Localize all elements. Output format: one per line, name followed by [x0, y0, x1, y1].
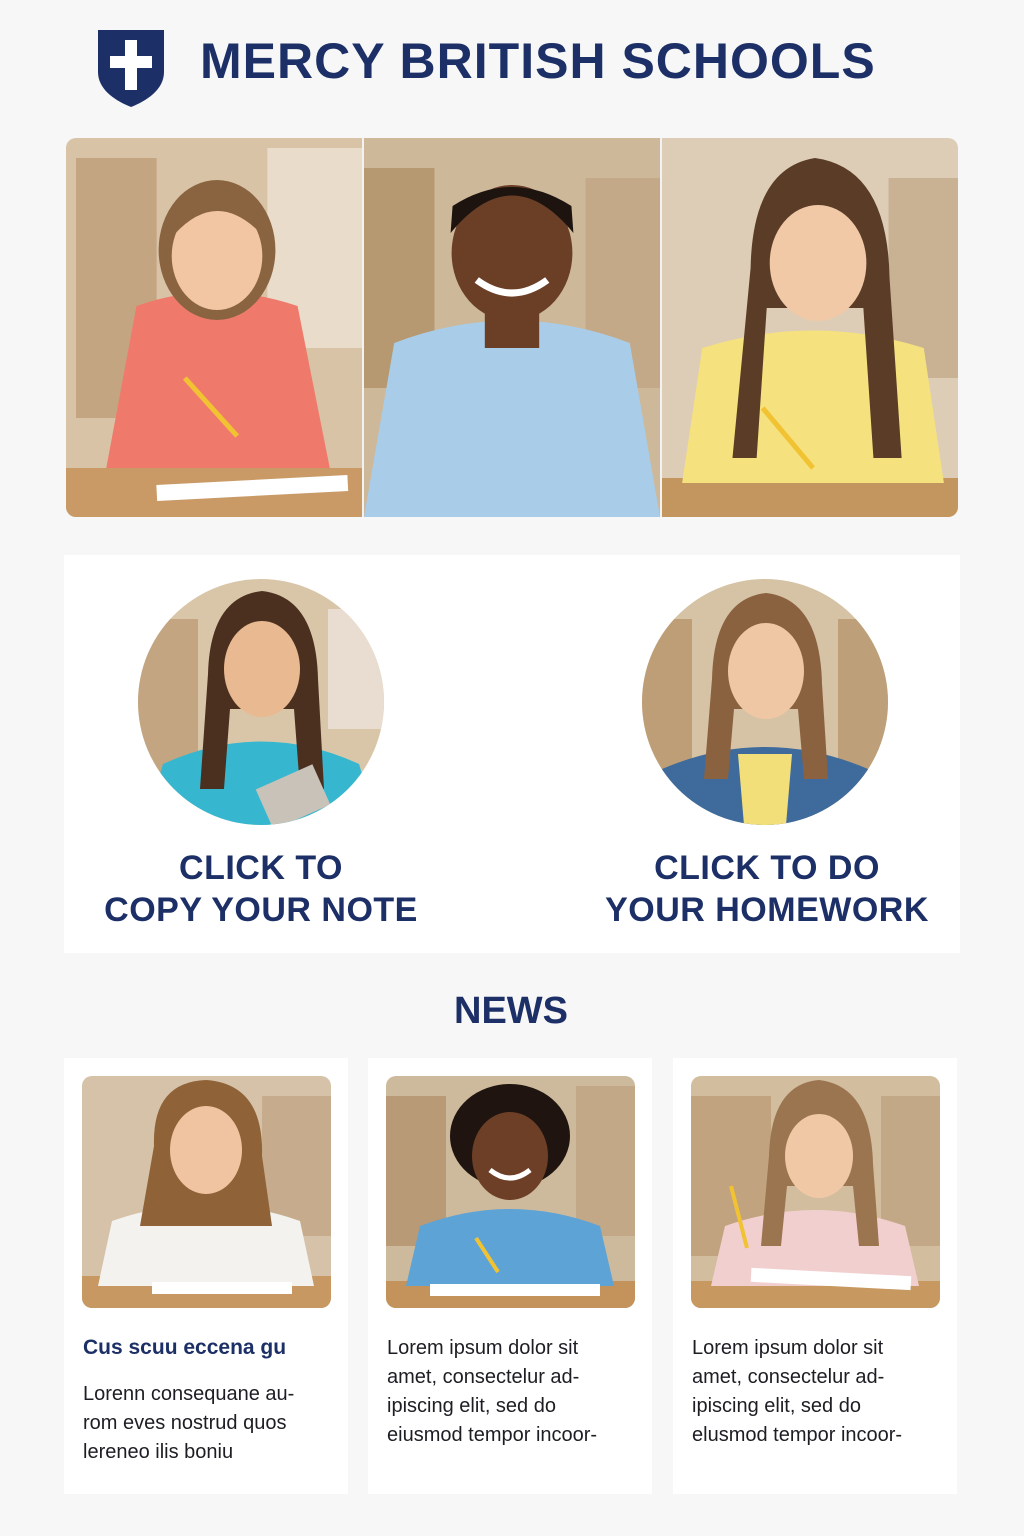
hero-photo-girl-pink [66, 138, 362, 517]
homework-avatar[interactable] [642, 579, 888, 825]
homework-label[interactable]: CLICK TO DO YOUR HOMEWORK [543, 847, 991, 931]
news-card[interactable]: Cus scuu eccena gu Lorenn consequane au-… [64, 1058, 348, 1494]
news-card[interactable]: Lorem ipsum dolor sit amet, consectelur … [368, 1058, 652, 1494]
news-body: Lorenn consequane au- rom eves nostrud q… [83, 1383, 295, 1463]
school-name[interactable]: MERCY BRITISH SCHOOLS [200, 32, 876, 90]
hero-photo-boy-blue [362, 138, 660, 517]
news-body: Lorem ipsum dolor sit amet, consectelur … [692, 1337, 903, 1446]
news-body: Lorem ipsum dolor sit amet, consectelur … [387, 1337, 598, 1446]
copy-note-label[interactable]: CLICK TO COPY YOUR NOTE [37, 847, 485, 931]
news-photo[interactable] [82, 1076, 331, 1308]
copy-note-avatar[interactable] [138, 579, 384, 825]
quick-actions-panel: CLICK TO COPY YOUR NOTE CLICK TO DO YOUR… [64, 555, 960, 953]
news-heading: NEWS [454, 990, 568, 1032]
site-header: MERCY BRITISH SCHOOLS [0, 0, 1024, 120]
news-photo[interactable] [386, 1076, 635, 1308]
news-headline[interactable]: Cus scuu eccena gu [83, 1336, 333, 1360]
shield-cross-icon[interactable] [96, 28, 166, 108]
news-card[interactable]: Lorem ipsum dolor sit amet, consectelur … [673, 1058, 957, 1494]
hero-photo-strip [66, 138, 958, 517]
copy-note-button[interactable]: CLICK TO COPY YOUR NOTE [64, 555, 512, 953]
news-photo[interactable] [691, 1076, 940, 1308]
hero-photo-girl-yellow [660, 138, 958, 517]
homework-button[interactable]: CLICK TO DO YOUR HOMEWORK [512, 555, 960, 953]
